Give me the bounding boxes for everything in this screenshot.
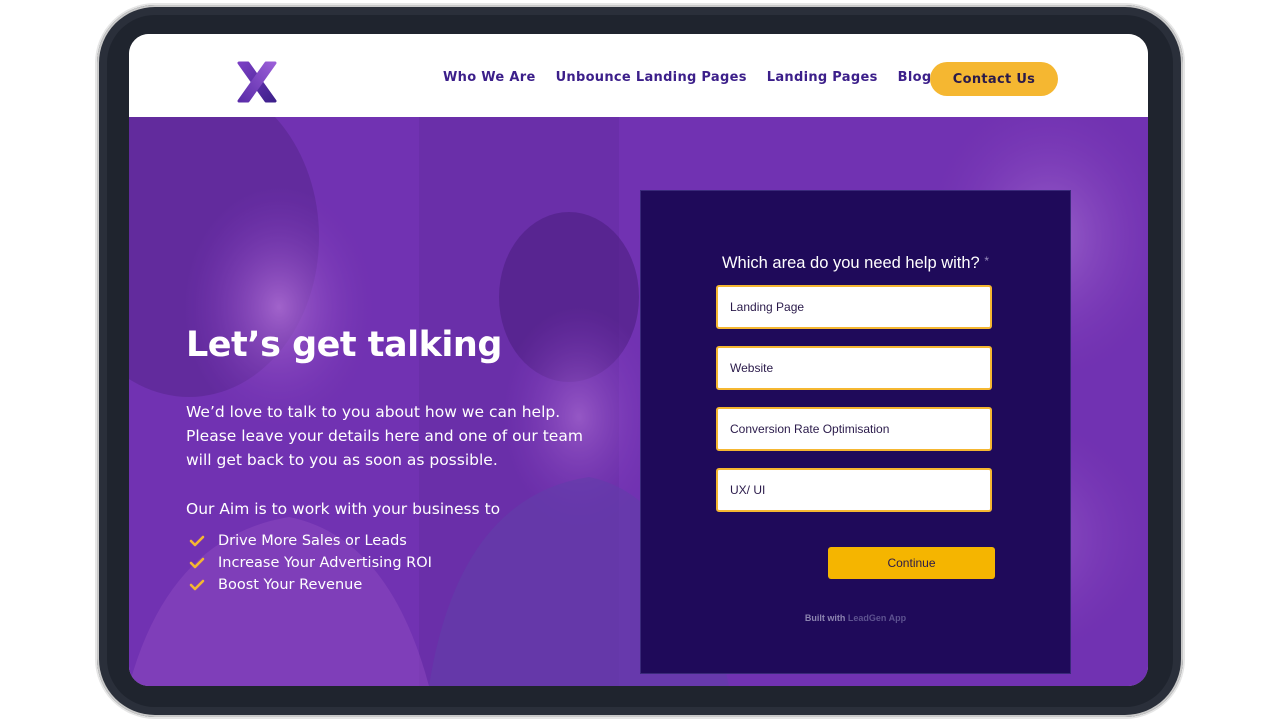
option-landing-page[interactable]: Landing Page: [716, 285, 992, 329]
option-label: Website: [730, 361, 774, 375]
built-with-footer: Built with LeadGen App: [641, 613, 1070, 623]
x-logo-icon[interactable]: [234, 60, 280, 104]
option-conversion-rate-optimisation[interactable]: Conversion Rate Optimisation: [716, 407, 992, 451]
continue-button[interactable]: Continue: [828, 547, 995, 579]
benefits-list: Drive More Sales or Leads Increase Your …: [189, 530, 432, 596]
form-question: Which area do you need help with? *: [641, 254, 1070, 273]
benefit-item: Boost Your Revenue: [189, 574, 432, 596]
hero-title: Let’s get talking: [186, 325, 502, 365]
hero-section: Let’s get talking We’d love to talk to y…: [129, 117, 1148, 686]
form-question-text: Which area do you need help with?: [721, 254, 980, 272]
option-label: Landing Page: [730, 300, 805, 314]
nav-link-landing-pages[interactable]: Landing Pages: [767, 70, 878, 85]
benefit-item: Increase Your Advertising ROI: [189, 552, 432, 574]
website-screen: Who We Are Unbounce Landing Pages Landin…: [129, 34, 1148, 686]
required-mark: *: [984, 254, 989, 268]
option-website[interactable]: Website: [716, 346, 992, 390]
navbar: Who We Are Unbounce Landing Pages Landin…: [129, 34, 1148, 117]
aim-text: Our Aim is to work with your business to: [186, 500, 501, 518]
nav-link-who-we-are[interactable]: Who We Are: [443, 70, 536, 85]
option-ux-ui[interactable]: UX/ UI: [716, 468, 992, 512]
checkmark-icon: [189, 579, 205, 591]
benefit-label: Boost Your Revenue: [218, 577, 363, 593]
benefit-item: Drive More Sales or Leads: [189, 530, 432, 552]
nav-link-unbounce-landing-pages[interactable]: Unbounce Landing Pages: [556, 70, 747, 85]
contact-us-button[interactable]: Contact Us: [930, 62, 1058, 96]
built-with-prefix: Built with: [804, 613, 846, 623]
option-label: UX/ UI: [730, 483, 766, 497]
hero-description: We’d love to talk to you about how we ca…: [186, 403, 583, 469]
option-label: Conversion Rate Optimisation: [730, 422, 890, 436]
benefit-label: Drive More Sales or Leads: [218, 533, 407, 549]
built-with-brand-link[interactable]: LeadGen App: [848, 613, 906, 623]
benefit-label: Increase Your Advertising ROI: [218, 555, 432, 571]
lead-form: Which area do you need help with? * Land…: [640, 190, 1071, 674]
checkmark-icon: [189, 535, 205, 547]
main-nav: Who We Are Unbounce Landing Pages Landin…: [443, 70, 951, 85]
checkmark-icon: [189, 557, 205, 569]
nav-link-blog[interactable]: Blog: [898, 70, 932, 85]
